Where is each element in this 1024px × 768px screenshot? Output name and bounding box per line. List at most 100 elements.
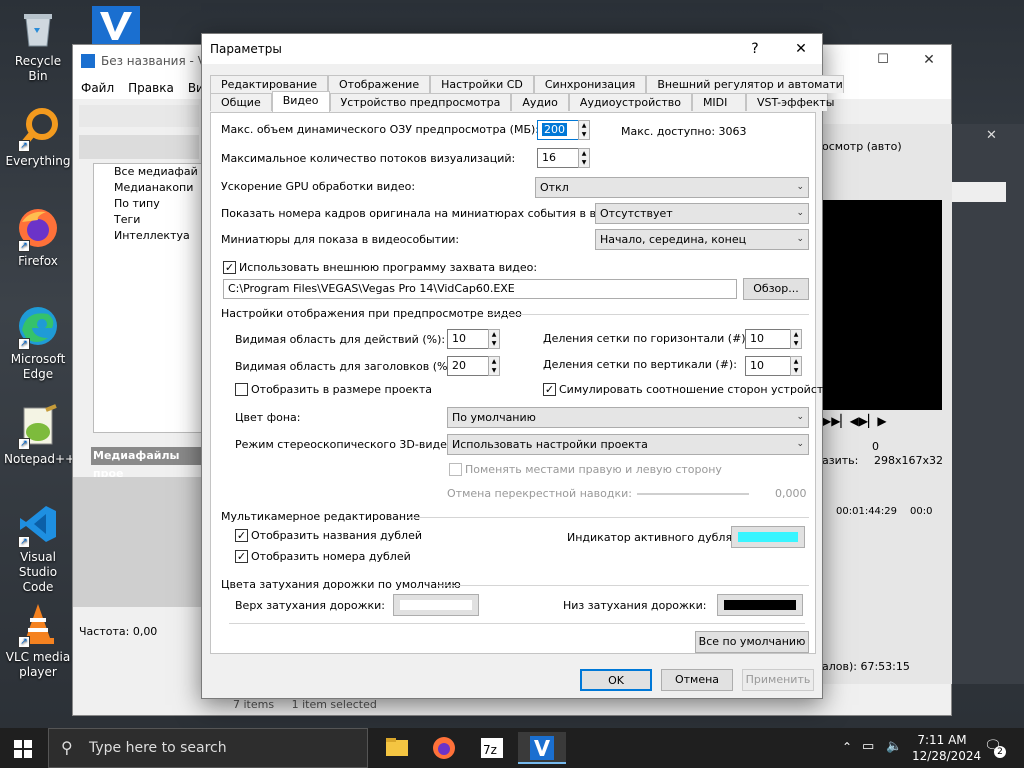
bg-color-value: По умолчанию (452, 411, 536, 424)
freq-label: Частота: 0,00 (79, 625, 158, 638)
thumbs-select[interactable]: Начало, середина, конец ⌄ (595, 229, 809, 250)
network-icon[interactable]: ▭ (862, 739, 874, 754)
frames-label: Показать номера кадров оригинала на мини… (221, 207, 622, 220)
tab-audio-device[interactable]: Аудиоустройство (568, 93, 692, 111)
title-safe-spinner[interactable]: ▲ ▼ (488, 356, 500, 376)
tab-cd-settings[interactable]: Настройки CD (430, 75, 534, 93)
tab-display[interactable]: Отображение (328, 75, 431, 93)
tab-external-control[interactable]: Внешний регулятор и автоматизац (646, 75, 845, 93)
bg-color-label: Цвет фона: (235, 411, 301, 424)
threads-input[interactable]: 16 ▲ ▼ (537, 148, 590, 168)
menu-file[interactable]: Файл (81, 81, 114, 95)
fade-bottom-color-button[interactable] (717, 594, 803, 616)
dark-side-panel: ✕ (952, 124, 1024, 684)
tree-item[interactable]: Медианакопи (114, 180, 202, 196)
desktop-icon-label: Microsoft Edge (10, 352, 66, 381)
threads-label: Максимальное количество потоков визуализ… (221, 152, 516, 165)
tab-video[interactable]: Видео (271, 91, 330, 112)
duration-label: алов): 67:53:15 (822, 660, 910, 673)
apply-button[interactable]: Применить (742, 669, 814, 691)
preview-section-title: Настройки отображения при предпросмотре … (221, 307, 522, 320)
tab-sync[interactable]: Синхронизация (533, 75, 647, 93)
desktop-icon-recycle-bin[interactable]: Recycle Bin (4, 6, 72, 84)
simulate-aspect-checkbox[interactable]: ✓ (543, 383, 556, 396)
tab-general[interactable]: Общие (210, 93, 272, 111)
file-explorer-icon[interactable] (372, 732, 420, 764)
taskbar-search[interactable]: ⚲ Type here to search (48, 728, 368, 768)
tab-audio[interactable]: Аудио (511, 93, 569, 111)
volume-icon[interactable]: 🔈 (886, 739, 902, 754)
svg-text:7z: 7z (483, 743, 497, 757)
grid-v-spinner[interactable]: ▲ ▼ (790, 356, 802, 376)
ext-capture-label: Использовать внешнюю программу захвата в… (239, 261, 538, 274)
project-size-checkbox[interactable] (235, 383, 248, 396)
ext-capture-path[interactable]: C:\Program Files\VEGAS\Vegas Pro 14\VidC… (223, 279, 737, 299)
ok-button[interactable]: OK (580, 669, 652, 691)
everything-icon: ↗ (16, 106, 60, 152)
close-button[interactable]: ✕ (778, 34, 824, 64)
tree-item[interactable]: Теги (114, 212, 202, 228)
gpu-select[interactable]: Откл ⌄ (535, 177, 809, 198)
desktop-icon-label: Firefox (18, 254, 58, 268)
thumbs-label: Миниатюры для показа в видеособытии: (221, 233, 460, 246)
thumbs-value: Начало, середина, конец (600, 233, 747, 246)
take-names-checkbox[interactable]: ✓ (235, 529, 248, 542)
vegas-taskbar-icon[interactable] (518, 732, 566, 764)
timecode-2: 00:0 (910, 506, 933, 517)
clock-date: 12/28/2024 (912, 749, 982, 763)
swap-label: Поменять местами правую и левую сторону (465, 463, 722, 476)
defaults-button[interactable]: Все по умолчанию (695, 631, 809, 653)
side-search-box[interactable] (952, 182, 1006, 202)
tree-item[interactable]: Все медиафай (114, 164, 202, 180)
desktop-icon-edge[interactable]: ↗ Microsoft Edge (4, 304, 72, 382)
desktop-icon-everything[interactable]: ↗ Everything (4, 106, 72, 169)
stereo-select[interactable]: Использовать настройки проекта ⌄ (447, 434, 809, 455)
ram-input[interactable]: 200 ▲ ▼ (537, 120, 590, 140)
ram-spinner[interactable]: ▲ ▼ (578, 120, 590, 140)
side-close-icon[interactable]: ✕ (986, 128, 997, 143)
threads-spinner[interactable]: ▲ ▼ (578, 148, 590, 168)
firefox-taskbar-icon[interactable] (420, 732, 468, 764)
divider (487, 314, 809, 315)
desktop-icon-firefox[interactable]: ↗ Firefox (4, 206, 72, 269)
grid-h-spinner[interactable]: ▲ ▼ (790, 329, 802, 349)
grid-v-input[interactable]: 10 ▲ ▼ (745, 356, 802, 376)
action-safe-input[interactable]: 10 ▲ ▼ (447, 329, 500, 349)
bg-color-select[interactable]: По умолчанию ⌄ (447, 407, 809, 428)
chevron-up-icon[interactable]: ⌃ (842, 740, 852, 754)
tree-item[interactable]: Интеллектуа (114, 228, 202, 244)
size-label: азить: (822, 454, 859, 467)
desktop-icon-vscode[interactable]: ↗ Visual Studio Code (4, 502, 72, 595)
action-safe-spinner[interactable]: ▲ ▼ (488, 329, 500, 349)
tree-item[interactable]: По типу (114, 196, 202, 212)
desktop-icon-notepadpp[interactable]: ↗ Notepad++ (4, 404, 75, 467)
grid-v-label: Деления сетки по вертикали (#): (543, 358, 737, 371)
ext-capture-checkbox[interactable]: ✓ (223, 261, 236, 274)
browse-button[interactable]: Обзор... (743, 278, 809, 300)
tab-vst[interactable]: VST-эффекты (745, 93, 834, 111)
frames-select[interactable]: Отсутствует ⌄ (595, 203, 809, 224)
crosstalk-slider[interactable] (637, 493, 749, 495)
vegas-maximize-button[interactable]: ☐ (860, 44, 906, 76)
tab-midi[interactable]: MIDI (691, 93, 746, 111)
7zip-icon[interactable]: 7z (468, 732, 516, 764)
title-safe-input[interactable]: 20 ▲ ▼ (447, 356, 500, 376)
cancel-button[interactable]: Отмена (661, 669, 733, 691)
vscode-icon: ↗ (16, 502, 60, 548)
windows-start-icon[interactable] (14, 740, 32, 761)
desktop-icon-vlc[interactable]: ↗ VLC media player (4, 602, 72, 680)
vegas-close-button[interactable]: ✕ (906, 44, 952, 76)
take-numbers-checkbox[interactable]: ✓ (235, 550, 248, 563)
help-button[interactable]: ? (732, 34, 778, 64)
swap-checkbox[interactable] (449, 463, 462, 476)
vegas-desktop-icon[interactable] (92, 6, 140, 46)
menu-edit[interactable]: Правка (128, 81, 174, 95)
grid-h-input[interactable]: 10 ▲ ▼ (745, 329, 802, 349)
options-dialog: Параметры ? ✕ Редактирование Отображение… (201, 33, 845, 699)
taskbar: ⚲ Type here to search 7z ⌃ ▭ 🔈 7:11 AM 1… (0, 728, 1024, 768)
fade-top-color-button[interactable] (393, 594, 479, 616)
active-take-color-button[interactable] (731, 526, 805, 548)
tab-preview-device[interactable]: Устройство предпросмотра (329, 93, 512, 111)
clock[interactable]: 7:11 AM 12/28/2024 (912, 732, 982, 764)
dialog-title: Параметры (210, 42, 282, 56)
